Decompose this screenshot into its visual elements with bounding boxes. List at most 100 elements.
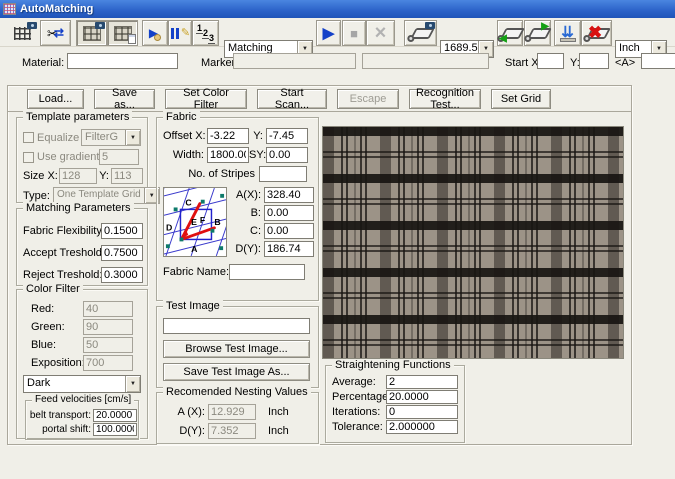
fabric-flexibility-label: Fabric Flexibility: [23, 225, 101, 237]
window-title: AutoMatching [20, 3, 93, 15]
sy-label: SY: [249, 149, 263, 161]
a-x-input[interactable] [264, 187, 314, 203]
size-x-input [59, 168, 97, 184]
recognition-test-button[interactable]: Recognition Test... [409, 89, 481, 109]
offset-y-input[interactable] [266, 128, 308, 144]
d-y-label: D(Y): [233, 243, 261, 255]
group-title: Matching Parameters [23, 202, 134, 214]
blue-label: Blue: [23, 339, 83, 351]
template-parameters-group: Template parameters Equalize FilterG ▼ U… [16, 117, 148, 203]
camera-icon [95, 22, 105, 29]
percentage-input[interactable] [386, 390, 458, 404]
roller-backward-button[interactable]: ▶ [497, 20, 523, 46]
set-grid-scan-button[interactable] [6, 21, 38, 45]
group-title: Test Image [163, 300, 223, 312]
red-input [83, 301, 133, 317]
accept-treshold-label: Accept Treshold: [23, 247, 101, 259]
roller-icon [410, 28, 435, 39]
roller-scan-button[interactable] [404, 20, 437, 46]
nesting-d-input [208, 423, 256, 439]
svg-text:C: C [185, 198, 192, 208]
start-x-input[interactable] [537, 53, 564, 69]
browse-test-image-button[interactable]: Browse Test Image... [163, 340, 310, 358]
template-copy-toggle[interactable] [107, 20, 138, 46]
group-title: Template parameters [23, 111, 132, 123]
material-label: Material: [22, 57, 64, 69]
start-y-input[interactable] [579, 53, 609, 69]
save-test-image-button[interactable]: Save Test Image As... [163, 363, 310, 381]
load-button[interactable]: Load... [27, 89, 84, 109]
sy-input[interactable] [266, 147, 308, 163]
equalize-checkbox [23, 132, 34, 143]
cut-button[interactable]: ✂ ⇄ [40, 20, 71, 46]
chevron-down-icon[interactable]: ▼ [125, 376, 140, 392]
set-grid-button[interactable]: Set Grid [491, 89, 551, 109]
nesting-diagram: C D E F B A [163, 187, 227, 257]
run-matching-button[interactable]: ▶ [142, 20, 168, 46]
accept-treshold-input[interactable] [101, 245, 143, 261]
fabric-flexibility-input[interactable] [101, 223, 143, 239]
marker-input-2 [362, 53, 489, 69]
start-button[interactable]: ▶ [316, 20, 341, 46]
action-button-bar: Load... Save as... Set Color Filter Star… [7, 85, 632, 112]
pause-icon [176, 28, 179, 39]
offset-y-label: Y: [249, 130, 263, 142]
a-x-label: A(X): [233, 189, 261, 201]
feed-down-button[interactable]: ⇊ [554, 20, 581, 46]
fabric-name-input[interactable] [229, 264, 305, 280]
belt-transport-input[interactable] [93, 409, 137, 422]
reject-treshold-label: Reject Treshold: [23, 269, 101, 281]
portal-shift-input[interactable] [93, 423, 137, 436]
pause-edit-button[interactable]: ✎ [168, 20, 192, 46]
start-scan-button[interactable]: Start Scan... [257, 89, 327, 109]
sequence-123-icon: 1 2 3 [195, 24, 216, 43]
iterations-input[interactable] [386, 405, 458, 419]
offset-x-label: Offset X: [163, 130, 207, 142]
group-title: Recomended Nesting Values [163, 386, 311, 398]
straightening-functions-group: Straightening Functions Average: Percent… [325, 365, 465, 443]
group-title: Feed velocities [cm/s] [32, 394, 134, 406]
portal-shift-label: portal shift: [29, 424, 91, 435]
offset-x-input[interactable] [207, 128, 249, 144]
hand-icon [154, 34, 161, 41]
test-image-group: Test Image Browse Test Image... Save Tes… [156, 306, 319, 388]
green-arrow-icon: ▶ [499, 33, 507, 43]
pencil-icon: ✎ [181, 28, 190, 39]
svg-text:F: F [200, 215, 205, 225]
sequence-order-button[interactable]: 1 2 3 [192, 20, 219, 46]
camera-icon [425, 22, 435, 29]
group-title: Fabric [163, 111, 200, 123]
feed-cancel-button[interactable]: ✖ [581, 20, 612, 46]
nesting-d-label: D(Y): [163, 425, 205, 437]
stripes-input[interactable] [259, 166, 307, 182]
material-input[interactable] [67, 53, 178, 69]
stripes-label: No. of Stripes [163, 168, 259, 180]
angle-label: <A> [615, 57, 635, 69]
width-input[interactable] [207, 147, 249, 163]
svg-text:E: E [191, 217, 197, 227]
set-color-filter-button[interactable]: Set Color Filter [165, 89, 247, 109]
use-gradient-checkbox [23, 152, 34, 163]
tolerance-input[interactable] [386, 420, 458, 434]
filter-mode-select[interactable]: Dark ▼ [23, 375, 141, 393]
fabric-group: Fabric Offset X: Y: Width: SY: No. of St… [156, 117, 319, 301]
title-bar[interactable]: AutoMatching [0, 0, 675, 18]
svg-text:D: D [166, 223, 172, 233]
app-grid-icon [3, 3, 16, 15]
c-input[interactable] [264, 223, 314, 239]
use-gradient-input [99, 149, 139, 165]
template-scan-toggle[interactable] [76, 20, 107, 46]
reject-treshold-input[interactable] [101, 267, 143, 283]
b-input[interactable] [264, 205, 314, 221]
test-image-path-input[interactable] [163, 318, 310, 334]
nesting-a-label: A (X): [163, 406, 205, 418]
color-filter-group: Color Filter Red: Green: Blue: Expositio… [16, 289, 148, 439]
average-input[interactable] [386, 375, 458, 389]
fabric-name-label: Fabric Name: [163, 266, 229, 278]
angle-input[interactable] [641, 53, 675, 69]
roller-forward-button[interactable]: ▶ [524, 20, 551, 46]
save-as-button[interactable]: Save as... [94, 89, 155, 109]
matching-parameters-group: Matching Parameters Fabric Flexibility: … [16, 208, 148, 286]
d-y-input[interactable] [264, 241, 314, 257]
nesting-a-input [208, 404, 256, 420]
